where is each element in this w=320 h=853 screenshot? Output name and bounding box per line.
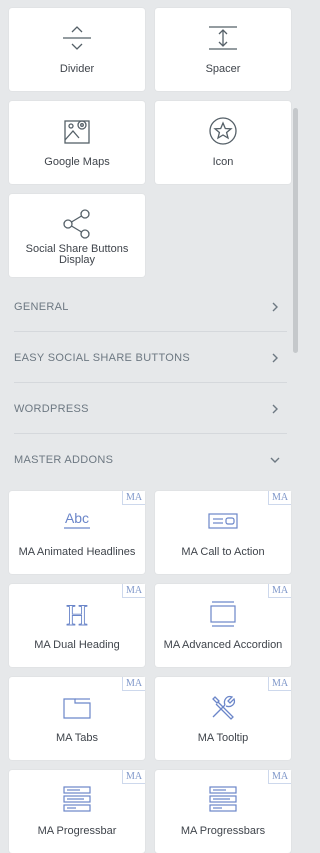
widget-label: MA Animated Headlines — [18, 546, 136, 558]
tabs-icon — [9, 691, 145, 723]
chevron-right-icon — [269, 403, 281, 415]
google-maps-icon — [9, 115, 145, 147]
widget-label: MA Progressbar — [37, 825, 117, 837]
svg-text:Abc: Abc — [65, 510, 89, 526]
ma-badge: MA — [122, 584, 145, 598]
star-circle-icon — [155, 115, 291, 147]
section-master-addons[interactable]: MASTER ADDONS — [0, 435, 295, 485]
widgets-grid-master-addons: MA Abc MA Animated Headlines MA MA Call … — [9, 491, 291, 853]
widget-ma-advanced-accordion[interactable]: MA MA Advanced Accordion — [155, 584, 291, 667]
widget-ma-tooltip[interactable]: MA MA Tooltip — [155, 677, 291, 760]
widgets-grid-top: Divider Spacer Google Maps Icon Social S… — [9, 8, 291, 277]
section-title: EASY SOCIAL SHARE BUTTONS — [14, 352, 191, 364]
widget-ma-animated-headlines[interactable]: MA Abc MA Animated Headlines — [9, 491, 145, 574]
widget-label: MA Tooltip — [197, 732, 249, 744]
widget-label: MA Dual Heading — [34, 639, 120, 651]
ma-badge: MA — [122, 770, 145, 784]
ma-badge: MA — [122, 491, 145, 505]
widget-ma-progressbars[interactable]: MA MA Progressbars — [155, 770, 291, 853]
section-title: MASTER ADDONS — [14, 454, 114, 466]
progressbars-icon — [155, 784, 291, 816]
widget-panel: Divider Spacer Google Maps Icon Social S… — [0, 0, 302, 853]
widget-label: Social Share Buttons Display — [25, 243, 129, 266]
share-icon — [9, 208, 145, 240]
heading-h-icon: H — [9, 598, 145, 630]
widget-divider[interactable]: Divider — [9, 8, 145, 91]
widget-label: Divider — [59, 63, 95, 75]
widget-label: MA Progressbars — [180, 825, 266, 837]
section-divider — [14, 433, 287, 434]
abc-text-icon: Abc — [9, 505, 145, 537]
call-to-action-icon — [155, 505, 291, 537]
widget-ma-tabs[interactable]: MA MA Tabs — [9, 677, 145, 760]
section-divider — [14, 331, 287, 332]
widget-ma-progressbar[interactable]: MA MA Progressbar — [9, 770, 145, 853]
widget-google-maps[interactable]: Google Maps — [9, 101, 145, 184]
widget-label: Google Maps — [44, 156, 110, 168]
chevron-right-icon — [269, 301, 281, 313]
widget-ma-call-to-action[interactable]: MA MA Call to Action — [155, 491, 291, 574]
chevron-right-icon — [269, 352, 281, 364]
widget-icon[interactable]: Icon — [155, 101, 291, 184]
widget-label: Icon — [212, 156, 234, 168]
section-title: WORDPRESS — [14, 403, 89, 415]
ma-badge: MA — [268, 491, 291, 505]
ma-badge: MA — [268, 770, 291, 784]
widget-social-share[interactable]: Social Share Buttons Display — [9, 194, 145, 277]
ma-badge: MA — [122, 677, 145, 691]
widget-label: MA Call to Action — [181, 546, 265, 558]
widget-spacer[interactable]: Spacer — [155, 8, 291, 91]
chevron-down-icon — [269, 454, 281, 466]
widget-label: MA Advanced Accordion — [163, 639, 283, 651]
section-title: GENERAL — [14, 301, 69, 313]
widget-label: Spacer — [205, 63, 241, 75]
section-divider — [14, 382, 287, 383]
ma-badge: MA — [268, 584, 291, 598]
widget-label: MA Tabs — [56, 732, 98, 744]
progressbar-icon — [9, 784, 145, 816]
section-wordpress[interactable]: WORDPRESS — [0, 384, 295, 434]
svg-text:H: H — [66, 599, 88, 629]
section-general[interactable]: GENERAL — [0, 282, 295, 332]
section-easy-social-share-buttons[interactable]: EASY SOCIAL SHARE BUTTONS — [0, 333, 295, 383]
spacer-icon — [155, 22, 291, 54]
divider-icon — [9, 22, 145, 54]
widget-ma-dual-heading[interactable]: MA H MA Dual Heading — [9, 584, 145, 667]
scrollbar-thumb[interactable] — [293, 108, 298, 353]
tools-icon — [155, 691, 291, 723]
ma-badge: MA — [268, 677, 291, 691]
accordion-icon — [155, 598, 291, 630]
